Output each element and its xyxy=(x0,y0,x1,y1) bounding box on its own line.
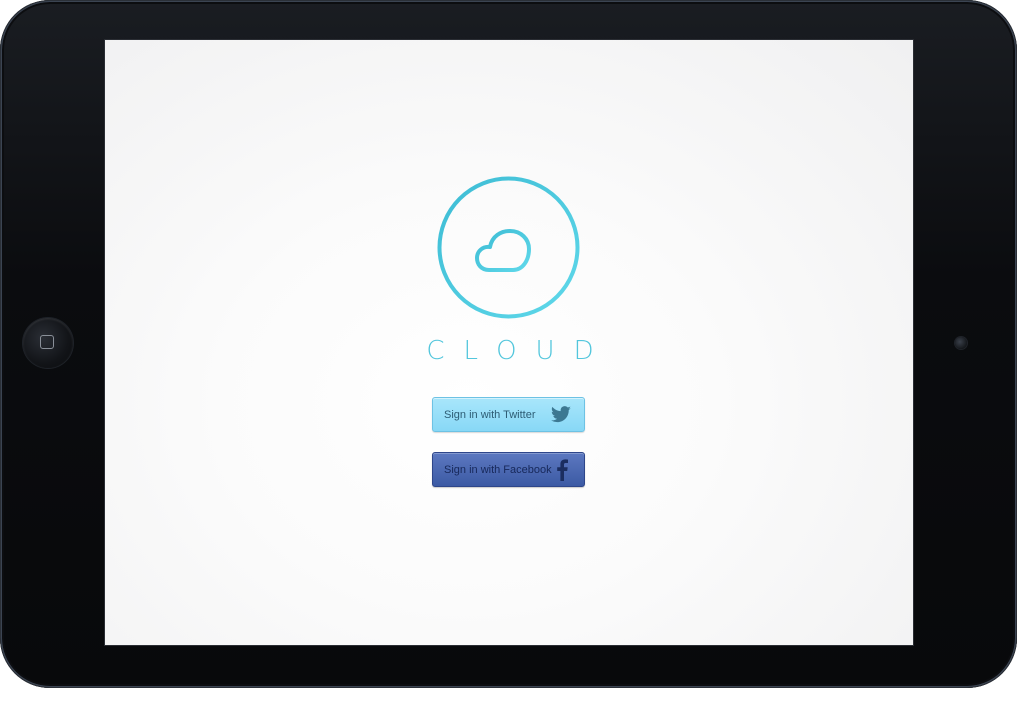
app-screen: CLOUD Sign in with Twitter Sign in with … xyxy=(104,39,914,646)
logo-ring xyxy=(437,176,580,319)
twitter-bird-icon xyxy=(550,404,572,426)
facebook-button-label: Sign in with Facebook xyxy=(444,463,552,476)
brand-title: CLOUD xyxy=(426,336,613,366)
home-button[interactable] xyxy=(23,318,73,368)
twitter-button-label: Sign in with Twitter xyxy=(444,408,536,421)
camera-icon xyxy=(955,337,967,349)
facebook-f-icon xyxy=(552,458,572,481)
tablet-device-frame: CLOUD Sign in with Twitter Sign in with … xyxy=(0,0,1017,688)
sign-in-twitter-button[interactable]: Sign in with Twitter xyxy=(432,397,585,432)
cloud-logo xyxy=(437,176,580,319)
cloud-icon xyxy=(475,229,531,272)
sign-in-facebook-button[interactable]: Sign in with Facebook xyxy=(432,452,585,487)
square-icon xyxy=(40,335,54,349)
